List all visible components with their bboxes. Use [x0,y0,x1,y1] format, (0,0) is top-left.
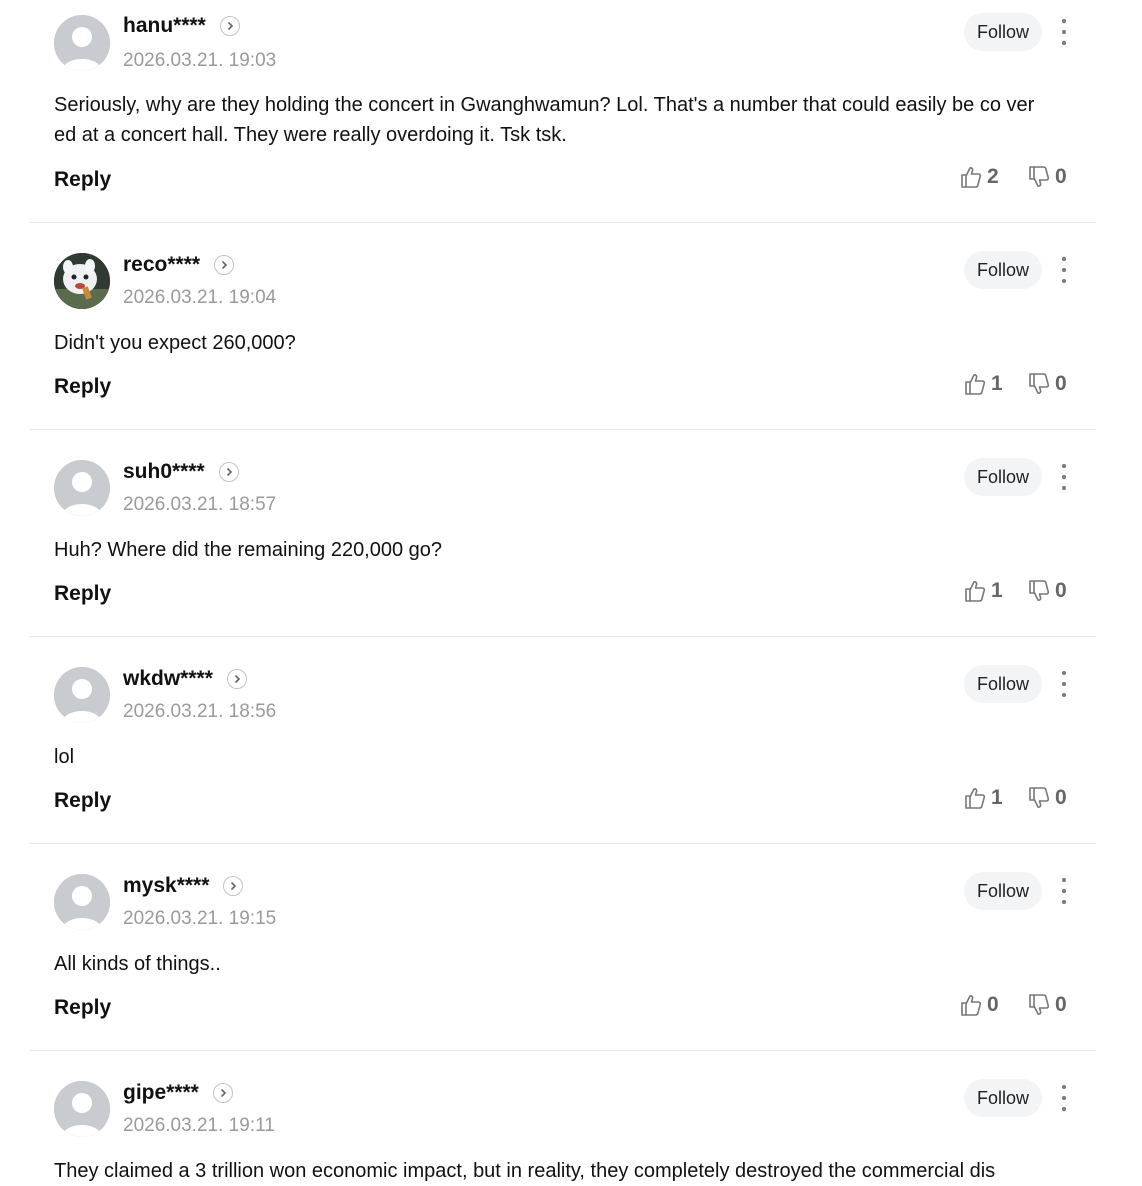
avatar[interactable] [54,253,110,309]
chevron-right-icon[interactable] [212,1083,233,1103]
follow-button[interactable]: Follow [964,665,1042,703]
comment-text: They claimed a 3 trillion won economic i… [54,1160,996,1182]
nickname-row[interactable]: gipe**** [123,1081,233,1105]
comment-time: 2026.03.21. 18:56 [123,701,277,722]
nickname[interactable]: reco**** [123,253,200,277]
more-options-icon[interactable] [1054,16,1074,48]
follow-button[interactable]: Follow [964,1079,1042,1117]
comment-text: All kinds of things.. [54,953,221,975]
chevron-right-icon[interactable] [223,876,244,896]
like-button[interactable]: 1 [964,372,1003,396]
default-avatar-icon [54,15,110,71]
chevron-right-icon[interactable] [219,16,240,36]
like-count: 1 [991,579,1003,602]
reply-button[interactable]: Reply [54,168,111,192]
nickname[interactable]: suh0**** [123,460,205,484]
more-options-icon[interactable] [1054,1082,1074,1114]
default-avatar-icon [54,874,110,930]
default-avatar-icon [54,1081,110,1137]
thumbs-up-icon [965,374,986,395]
dislike-button[interactable]: 0 [1028,786,1067,810]
comment-time: 2026.03.21. 19:03 [123,50,277,71]
thumbs-up-icon [965,788,986,809]
reply-button[interactable]: Reply [54,582,111,606]
chevron-right-icon[interactable] [218,462,239,482]
comment-time: 2026.03.21. 19:15 [123,908,277,929]
dislike-button[interactable]: 0 [1028,993,1067,1017]
dislike-button[interactable]: 0 [1028,579,1067,603]
avatar[interactable] [54,460,110,516]
comment-list: hanu**** 2026.03.21. 19:03 Follow Seriou… [30,0,1096,1186]
nickname-row[interactable]: hanu**** [123,14,240,38]
comment-item: gipe**** 2026.03.21. 19:11 Follow They c… [30,1051,1096,1186]
like-count: 1 [991,372,1003,395]
thumbs-down-icon [1029,373,1050,394]
more-options-icon[interactable] [1054,461,1074,493]
follow-button[interactable]: Follow [964,872,1042,910]
comment-text: Seriously, why are they holding the conc… [54,94,1035,146]
nickname[interactable]: mysk**** [123,874,209,898]
comment-time: 2026.03.21. 18:57 [123,494,277,515]
dislike-count: 0 [1055,786,1067,809]
chevron-right-icon[interactable] [214,255,235,275]
thumbs-down-icon [1029,580,1050,601]
follow-button[interactable]: Follow [964,458,1042,496]
follow-button[interactable]: Follow [964,251,1042,289]
comment-item: wkdw**** 2026.03.21. 18:56 Follow lol Re… [30,637,1096,844]
like-count: 1 [991,786,1003,809]
dislike-count: 0 [1055,993,1067,1016]
like-button[interactable]: 1 [964,786,1003,810]
reply-button[interactable]: Reply [54,789,111,813]
reply-button[interactable]: Reply [54,375,111,399]
avatar[interactable] [54,1081,110,1137]
nickname[interactable]: gipe**** [123,1081,199,1105]
thumbs-up-icon [961,995,982,1016]
thumbs-down-icon [1029,787,1050,808]
thumbs-up-icon [965,581,986,602]
more-options-icon[interactable] [1054,254,1074,286]
comment-text: Huh? Where did the remaining 220,000 go? [54,539,443,561]
comment-item: suh0**** 2026.03.21. 18:57 Follow Huh? W… [30,430,1096,637]
comment-text: lol [54,746,75,768]
comment-item: hanu**** 2026.03.21. 19:03 Follow Seriou… [30,0,1096,223]
avatar[interactable] [54,874,110,930]
like-count: 0 [987,993,999,1016]
avatar[interactable] [54,15,110,71]
default-avatar-icon [54,667,110,723]
dislike-button[interactable]: 0 [1028,372,1067,396]
more-options-icon[interactable] [1054,875,1074,907]
chevron-right-icon[interactable] [226,669,247,689]
like-button[interactable]: 0 [960,993,999,1017]
comment-time: 2026.03.21. 19:11 [123,1115,275,1136]
comment-item: reco**** 2026.03.21. 19:04 Follow Didn't… [30,223,1096,430]
dislike-count: 0 [1055,165,1067,188]
nickname-row[interactable]: suh0**** [123,460,239,484]
thumbs-up-icon [961,167,982,188]
like-button[interactable]: 1 [964,579,1003,603]
nickname-row[interactable]: wkdw**** [123,667,247,691]
avatar[interactable] [54,667,110,723]
comment-time: 2026.03.21. 19:04 [123,287,277,308]
dislike-button[interactable]: 0 [1028,165,1067,189]
like-button[interactable]: 2 [960,165,999,189]
nickname-row[interactable]: reco**** [123,253,235,277]
like-count: 2 [987,165,999,188]
follow-button[interactable]: Follow [964,13,1042,51]
thumbs-down-icon [1029,994,1050,1015]
nickname[interactable]: wkdw**** [123,667,213,691]
dislike-count: 0 [1055,372,1067,395]
comment-text: Didn't you expect 260,000? [54,332,296,354]
dislike-count: 0 [1055,579,1067,602]
nickname[interactable]: hanu**** [123,14,206,38]
profile-photo-icon [54,253,110,309]
reply-button[interactable]: Reply [54,996,111,1020]
more-options-icon[interactable] [1054,668,1074,700]
comment-item: mysk**** 2026.03.21. 19:15 Follow All ki… [30,844,1096,1051]
thumbs-down-icon [1029,166,1050,187]
nickname-row[interactable]: mysk**** [123,874,244,898]
default-avatar-icon [54,460,110,516]
